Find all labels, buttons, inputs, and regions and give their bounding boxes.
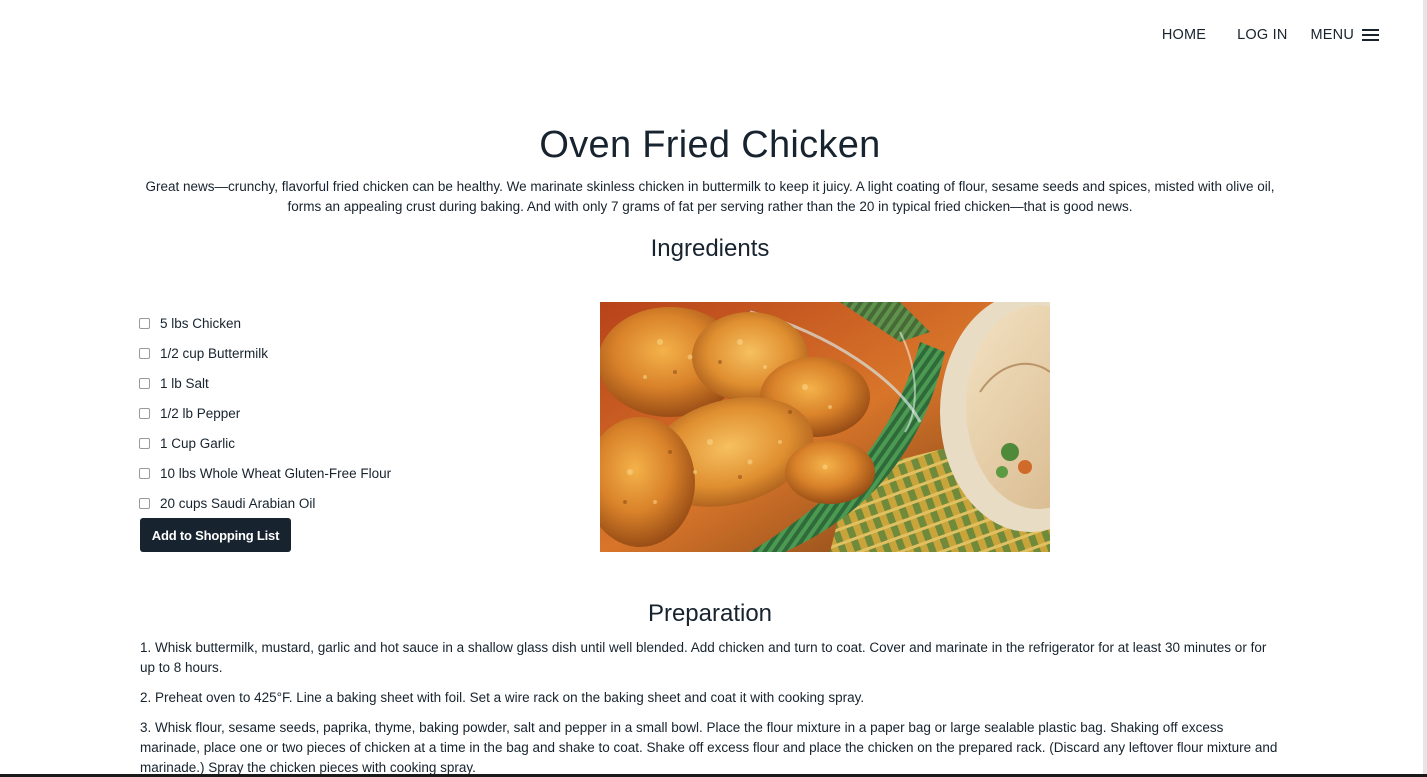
ingredient-label: 20 cups Saudi Arabian Oil: [160, 495, 316, 511]
ingredient-checkbox[interactable]: [139, 377, 150, 389]
ingredient-checkbox[interactable]: [139, 407, 150, 419]
preparation-step: 1. Whisk buttermilk, mustard, garlic and…: [140, 640, 1267, 675]
top-navigation: HOME LOG IN MENU: [1162, 24, 1379, 46]
recipe-photo: [600, 302, 1050, 552]
ingredient-item: 10 lbs Whole Wheat Gluten-Free Flour: [139, 458, 391, 488]
ingredient-label: 1 lb Salt: [160, 375, 209, 391]
preparation-step: 3. Whisk flour, sesame seeds, paprika, t…: [140, 720, 1278, 775]
ingredient-label: 1/2 lb Pepper: [160, 405, 241, 421]
recipe-description: Great news—crunchy, flavorful fried chic…: [145, 179, 1275, 214]
ingredient-label: 5 lbs Chicken: [160, 315, 242, 331]
ingredient-checkbox[interactable]: [139, 317, 150, 329]
ingredient-list: 5 lbs Chicken 1/2 cup Buttermilk 1 lb Sa…: [139, 308, 391, 518]
page-title: Oven Fried Chicken: [539, 124, 881, 166]
ingredient-label: 1 Cup Garlic: [160, 435, 236, 451]
scrollbar[interactable]: [1423, 0, 1427, 777]
ingredient-label: 1/2 cup Buttermilk: [160, 345, 269, 361]
nav-menu-button[interactable]: MENU: [1310, 27, 1379, 43]
hamburger-icon[interactable]: [1362, 29, 1379, 41]
ingredient-label: 10 lbs Whole Wheat Gluten-Free Flour: [160, 465, 392, 481]
add-to-shopping-list-button[interactable]: Add to Shopping List: [140, 518, 291, 552]
preparation-steps: 1. Whisk buttermilk, mustard, garlic and…: [140, 638, 1280, 777]
ingredient-checkbox[interactable]: [139, 497, 150, 509]
ingredient-checkbox[interactable]: [139, 467, 150, 479]
ingredient-checkbox[interactable]: [139, 347, 150, 359]
nav-menu-label: MENU: [1310, 27, 1354, 43]
ingredient-item: 1/2 cup Buttermilk: [139, 338, 391, 368]
ingredient-item: 1 lb Salt: [139, 368, 391, 398]
nav-login-link[interactable]: LOG IN: [1237, 27, 1287, 43]
preparation-step: 2. Preheat oven to 425°F. Line a baking …: [140, 690, 865, 705]
ingredient-item: 1/2 lb Pepper: [139, 398, 391, 428]
ingredients-heading: Ingredients: [650, 235, 770, 262]
nav-home-link[interactable]: HOME: [1162, 27, 1206, 43]
ingredient-item: 1 Cup Garlic: [139, 428, 391, 458]
ingredient-item: 20 cups Saudi Arabian Oil: [139, 488, 391, 518]
ingredient-item: 5 lbs Chicken: [139, 308, 391, 338]
preparation-heading: Preparation: [647, 600, 773, 627]
ingredient-checkbox[interactable]: [139, 437, 150, 449]
